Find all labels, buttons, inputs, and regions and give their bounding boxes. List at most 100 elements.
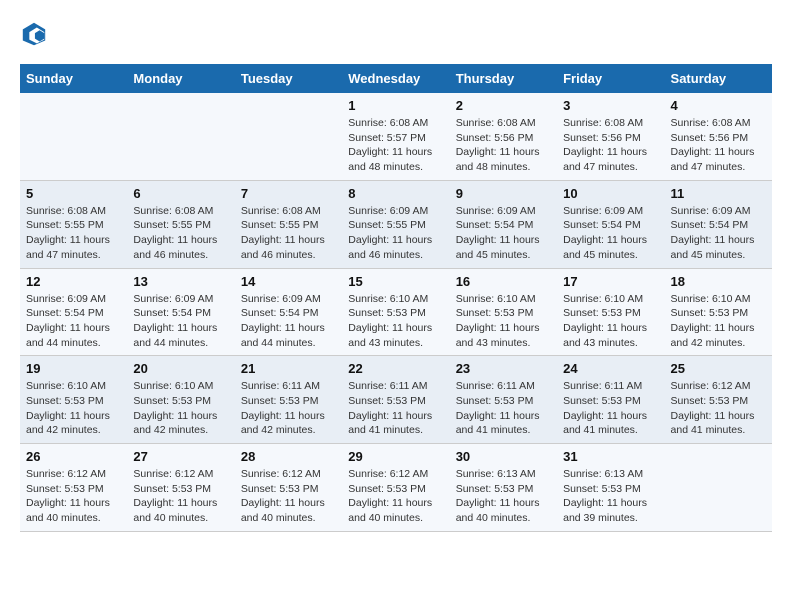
day-number: 3 [563,98,658,113]
calendar-cell: 15 Sunrise: 6:10 AM Sunset: 5:53 PM Dayli… [342,268,449,356]
day-info: Sunrise: 6:10 AM Sunset: 5:53 PM Dayligh… [348,292,443,351]
header-saturday: Saturday [665,64,772,93]
header-friday: Friday [557,64,664,93]
calendar-cell: 29 Sunrise: 6:12 AM Sunset: 5:53 PM Dayli… [342,444,449,532]
calendar-cell: 25 Sunrise: 6:12 AM Sunset: 5:53 PM Dayli… [665,356,772,444]
day-info: Sunrise: 6:10 AM Sunset: 5:53 PM Dayligh… [671,292,766,351]
day-number: 28 [241,449,336,464]
calendar-cell: 31Sunrise: 6:13 AM Sunset: 5:53 PM Dayli… [557,444,664,532]
header-tuesday: Tuesday [235,64,342,93]
day-info: Sunrise: 6:12 AM Sunset: 5:53 PM Dayligh… [671,379,766,438]
day-info: Sunrise: 6:09 AM Sunset: 5:54 PM Dayligh… [456,204,551,263]
day-info: Sunrise: 6:08 AM Sunset: 5:55 PM Dayligh… [133,204,228,263]
week-row-4: 19 Sunrise: 6:10 AM Sunset: 5:53 PM Dayli… [20,356,772,444]
calendar-cell: 21 Sunrise: 6:11 AM Sunset: 5:53 PM Dayli… [235,356,342,444]
day-info: Sunrise: 6:09 AM Sunset: 5:54 PM Dayligh… [133,292,228,351]
day-number: 22 [348,361,443,376]
page-header [20,20,772,48]
day-number: 18 [671,274,766,289]
day-info: Sunrise: 6:09 AM Sunset: 5:55 PM Dayligh… [348,204,443,263]
day-info: Sunrise: 6:08 AM Sunset: 5:57 PM Dayligh… [348,116,443,175]
week-row-2: 5 Sunrise: 6:08 AM Sunset: 5:55 PM Daylig… [20,180,772,268]
day-info: Sunrise: 6:11 AM Sunset: 5:53 PM Dayligh… [348,379,443,438]
day-number: 16 [456,274,551,289]
day-number: 24 [563,361,658,376]
day-info: Sunrise: 6:09 AM Sunset: 5:54 PM Dayligh… [563,204,658,263]
calendar-cell: 26Sunrise: 6:12 AM Sunset: 5:53 PM Dayli… [20,444,127,532]
day-info: Sunrise: 6:10 AM Sunset: 5:53 PM Dayligh… [563,292,658,351]
day-number: 7 [241,186,336,201]
week-row-3: 12Sunrise: 6:09 AM Sunset: 5:54 PM Dayli… [20,268,772,356]
day-info: Sunrise: 6:12 AM Sunset: 5:53 PM Dayligh… [348,467,443,526]
calendar-cell: 23 Sunrise: 6:11 AM Sunset: 5:53 PM Dayli… [450,356,557,444]
day-info: Sunrise: 6:08 AM Sunset: 5:55 PM Dayligh… [26,204,121,263]
day-info: Sunrise: 6:10 AM Sunset: 5:53 PM Dayligh… [26,379,121,438]
day-number: 9 [456,186,551,201]
header-thursday: Thursday [450,64,557,93]
calendar-cell: 7 Sunrise: 6:08 AM Sunset: 5:55 PM Daylig… [235,180,342,268]
day-number: 21 [241,361,336,376]
day-number: 25 [671,361,766,376]
day-number: 29 [348,449,443,464]
day-info: Sunrise: 6:13 AM Sunset: 5:53 PM Dayligh… [456,467,551,526]
day-info: Sunrise: 6:08 AM Sunset: 5:56 PM Dayligh… [563,116,658,175]
week-row-1: 1 Sunrise: 6:08 AM Sunset: 5:57 PM Daylig… [20,93,772,180]
calendar-cell: 20 Sunrise: 6:10 AM Sunset: 5:53 PM Dayli… [127,356,234,444]
day-number: 4 [671,98,766,113]
day-number: 13 [133,274,228,289]
calendar-cell [127,93,234,180]
header-row: SundayMondayTuesdayWednesdayThursdayFrid… [20,64,772,93]
header-sunday: Sunday [20,64,127,93]
day-number: 1 [348,98,443,113]
calendar-cell: 11 Sunrise: 6:09 AM Sunset: 5:54 PM Dayli… [665,180,772,268]
day-number: 10 [563,186,658,201]
day-info: Sunrise: 6:12 AM Sunset: 5:53 PM Dayligh… [241,467,336,526]
calendar-cell: 22 Sunrise: 6:11 AM Sunset: 5:53 PM Dayli… [342,356,449,444]
calendar-cell: 9 Sunrise: 6:09 AM Sunset: 5:54 PM Daylig… [450,180,557,268]
calendar-table: SundayMondayTuesdayWednesdayThursdayFrid… [20,64,772,532]
day-info: Sunrise: 6:11 AM Sunset: 5:53 PM Dayligh… [563,379,658,438]
calendar-cell: 18 Sunrise: 6:10 AM Sunset: 5:53 PM Dayli… [665,268,772,356]
day-number: 6 [133,186,228,201]
day-info: Sunrise: 6:08 AM Sunset: 5:56 PM Dayligh… [671,116,766,175]
day-number: 5 [26,186,121,201]
calendar-cell: 6 Sunrise: 6:08 AM Sunset: 5:55 PM Daylig… [127,180,234,268]
day-number: 30 [456,449,551,464]
day-info: Sunrise: 6:09 AM Sunset: 5:54 PM Dayligh… [26,292,121,351]
calendar-cell: 5 Sunrise: 6:08 AM Sunset: 5:55 PM Daylig… [20,180,127,268]
calendar-cell: 24 Sunrise: 6:11 AM Sunset: 5:53 PM Dayli… [557,356,664,444]
day-number: 15 [348,274,443,289]
day-info: Sunrise: 6:11 AM Sunset: 5:53 PM Dayligh… [456,379,551,438]
day-info: Sunrise: 6:08 AM Sunset: 5:55 PM Dayligh… [241,204,336,263]
day-number: 23 [456,361,551,376]
day-info: Sunrise: 6:11 AM Sunset: 5:53 PM Dayligh… [241,379,336,438]
calendar-cell: 10 Sunrise: 6:09 AM Sunset: 5:54 PM Dayli… [557,180,664,268]
calendar-cell: 19 Sunrise: 6:10 AM Sunset: 5:53 PM Dayli… [20,356,127,444]
calendar-cell [235,93,342,180]
calendar-cell: 4 Sunrise: 6:08 AM Sunset: 5:56 PM Daylig… [665,93,772,180]
day-number: 2 [456,98,551,113]
day-info: Sunrise: 6:09 AM Sunset: 5:54 PM Dayligh… [671,204,766,263]
calendar-cell: 2 Sunrise: 6:08 AM Sunset: 5:56 PM Daylig… [450,93,557,180]
day-info: Sunrise: 6:12 AM Sunset: 5:53 PM Dayligh… [133,467,228,526]
day-number: 26 [26,449,121,464]
calendar-cell [20,93,127,180]
day-number: 20 [133,361,228,376]
day-number: 8 [348,186,443,201]
calendar-cell: 14Sunrise: 6:09 AM Sunset: 5:54 PM Dayli… [235,268,342,356]
calendar-cell: 3 Sunrise: 6:08 AM Sunset: 5:56 PM Daylig… [557,93,664,180]
logo-icon [20,20,48,48]
header-monday: Monday [127,64,234,93]
calendar-cell: 8 Sunrise: 6:09 AM Sunset: 5:55 PM Daylig… [342,180,449,268]
calendar-cell: 1 Sunrise: 6:08 AM Sunset: 5:57 PM Daylig… [342,93,449,180]
day-number: 31 [563,449,658,464]
week-row-5: 26 Sunrise: 6:12 AM Sunset: 5:53 PM Dayli… [20,444,772,532]
calendar-cell: 17Sunrise: 6:10 AM Sunset: 5:53 PM Dayli… [557,268,664,356]
calendar-cell: 12Sunrise: 6:09 AM Sunset: 5:54 PM Dayli… [20,268,127,356]
day-info: Sunrise: 6:08 AM Sunset: 5:56 PM Dayligh… [456,116,551,175]
day-number: 19 [26,361,121,376]
calendar-cell: 30 Sunrise: 6:13 AM Sunset: 5:53 PM Dayli… [450,444,557,532]
calendar-cell: 28 Sunrise: 6:12 AM Sunset: 5:53 PM Dayli… [235,444,342,532]
day-number: 11 [671,186,766,201]
day-info: Sunrise: 6:10 AM Sunset: 5:53 PM Dayligh… [133,379,228,438]
